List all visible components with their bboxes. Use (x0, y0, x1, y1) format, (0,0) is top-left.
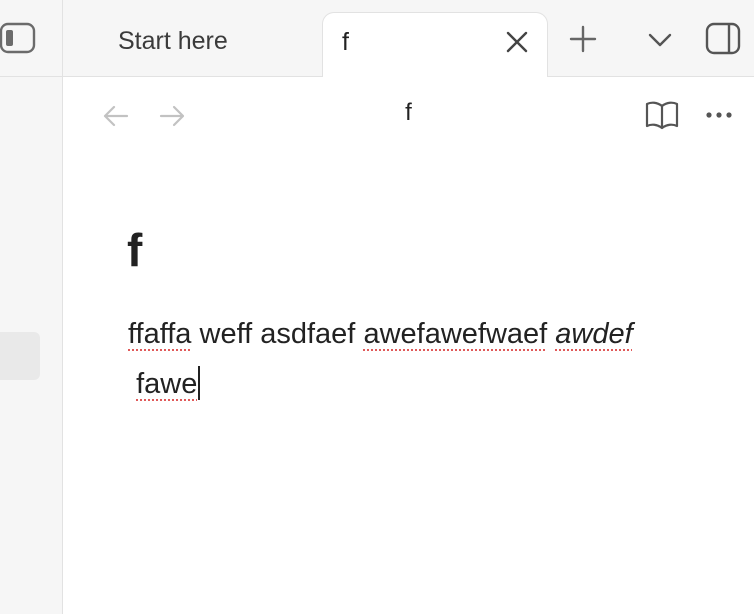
document-heading[interactable]: f (127, 223, 142, 277)
plus-icon[interactable] (568, 24, 598, 54)
body-word: ffaffa (128, 318, 192, 350)
tab-start-here[interactable]: Start here (63, 12, 321, 77)
book-open-icon[interactable] (644, 99, 680, 131)
more-options-icon[interactable] (701, 99, 737, 131)
text-cursor (198, 366, 201, 400)
chevron-down-icon[interactable] (646, 26, 674, 54)
body-word: weff (199, 318, 253, 350)
sidebar-toggle-icon[interactable] (0, 22, 36, 54)
body-word: fawe (136, 368, 198, 400)
body-word: asdfaef (260, 318, 356, 350)
tab-label: f (342, 27, 349, 56)
document-body[interactable]: ffaffa weff asdfaef awefawefwaef awdef f… (128, 309, 748, 409)
body-word-italic: awdef (555, 318, 633, 350)
sidebar-divider (0, 76, 63, 77)
tab-f[interactable]: f (322, 12, 548, 77)
body-word: awefawefwaef (363, 318, 548, 350)
sidebar-active-file-item[interactable] (0, 332, 40, 380)
editor-pane[interactable]: f ffaffa weff asdfaef awefawefwaef awdef… (63, 153, 754, 614)
view-header: f (63, 77, 754, 153)
left-sidebar (0, 0, 63, 614)
tab-label: Start here (118, 27, 228, 55)
right-sidebar-icon[interactable] (703, 22, 743, 56)
close-icon[interactable] (505, 30, 529, 54)
app-window: Start here f f f ffaffa weff asdfaef awe… (0, 0, 754, 614)
tab-bar: Start here f (63, 0, 754, 77)
